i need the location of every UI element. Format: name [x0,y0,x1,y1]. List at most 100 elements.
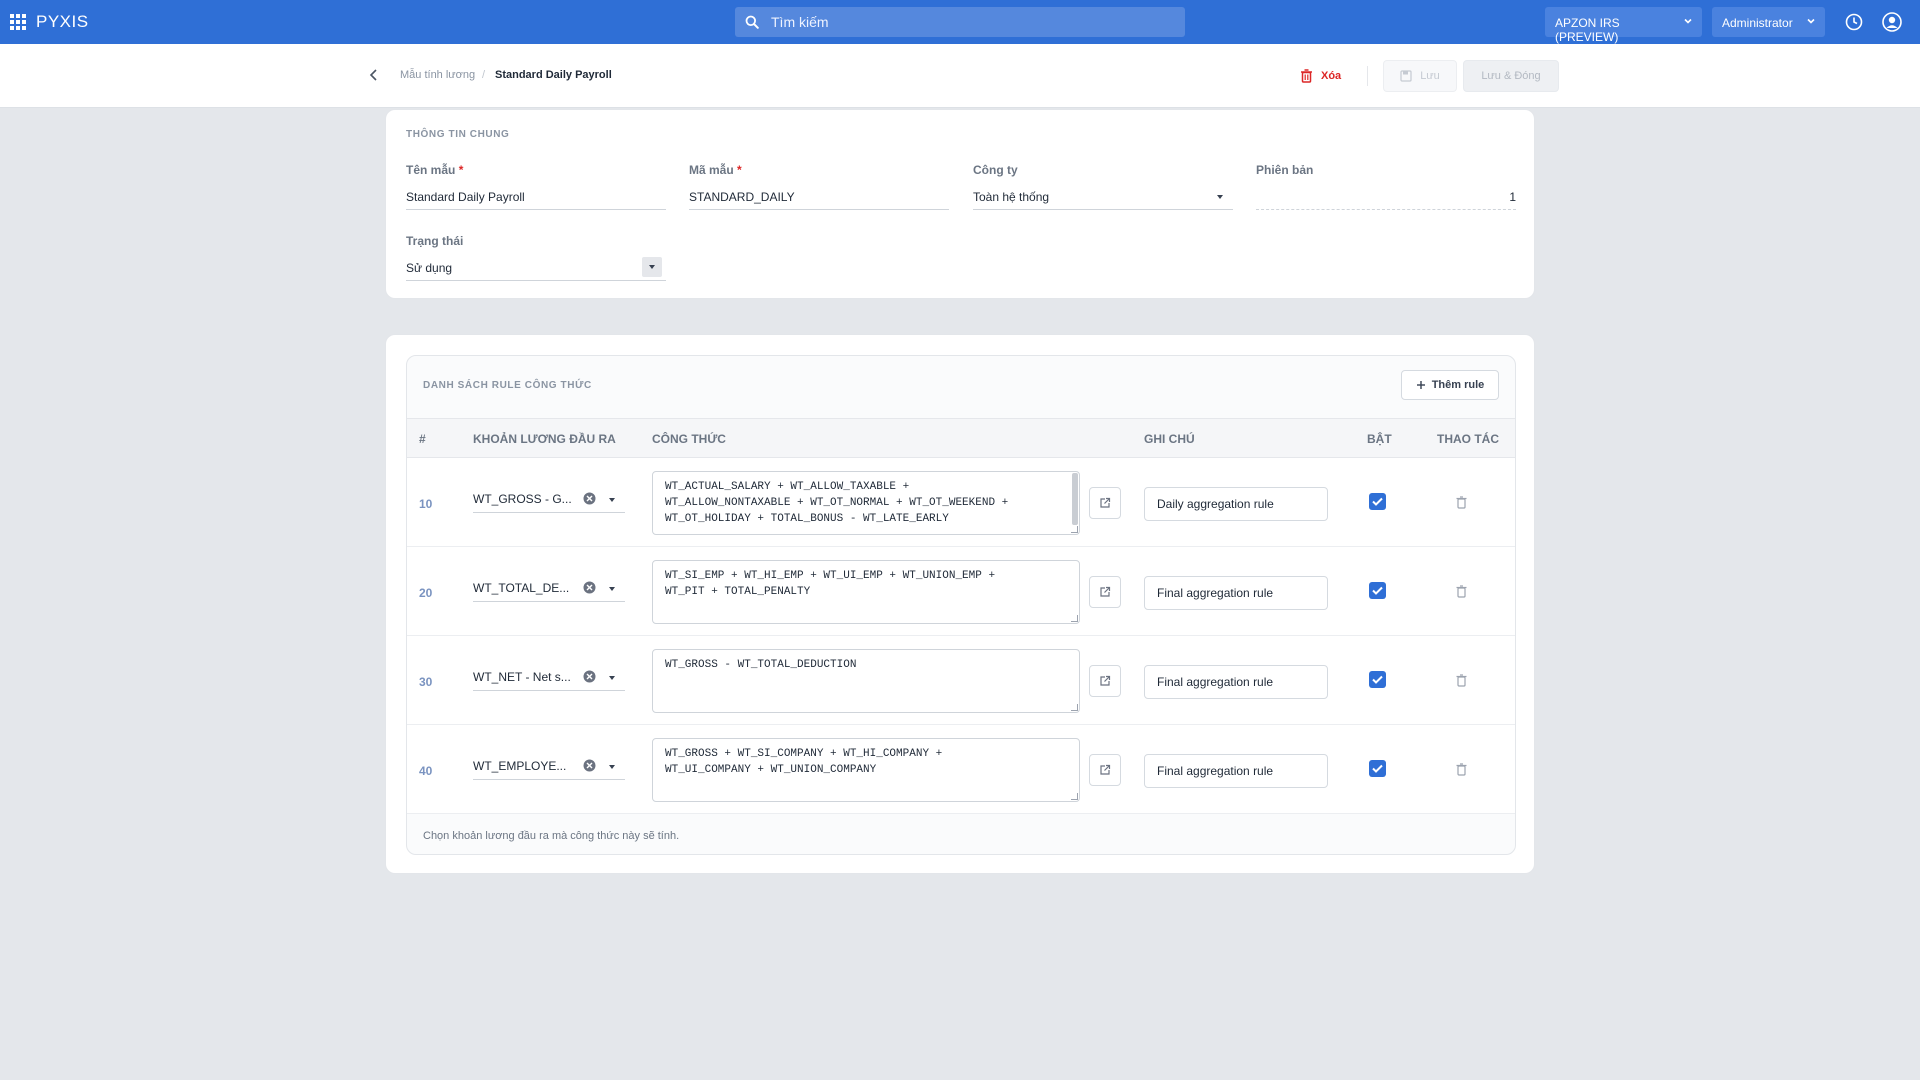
general-info-card: THÔNG TIN CHUNG Tên mẫu * Standard Daily… [385,109,1535,299]
chevron-down-icon [609,676,615,680]
formula-input[interactable]: WT_ACTUAL_SALARY + WT_ALLOW_TAXABLE + WT… [652,471,1080,535]
resize-handle[interactable] [1071,704,1078,711]
user-menu[interactable]: Administrator [1712,7,1825,37]
add-rule-button[interactable]: Thêm rule [1401,370,1499,400]
formula-scrollbar[interactable] [1072,473,1078,525]
save-icon [1400,70,1412,82]
template-code-field[interactable]: STANDARD_DAILY [689,184,949,210]
open-formula-editor-button[interactable] [1089,754,1121,786]
clear-icon[interactable] [583,670,596,683]
status-dropdown-toggle[interactable] [642,257,662,277]
table-row: 20 WT_TOTAL_DE... WT_SI_EMP + WT_HI_EMP … [407,547,1515,636]
status-select-value: Sử dụng [406,261,453,275]
chevron-down-icon [1217,195,1223,199]
section-title: THÔNG TIN CHUNG [406,129,510,140]
save-button-label: Lưu [1420,70,1440,82]
trash-icon[interactable] [1456,763,1467,776]
status-label: Trạng thái [406,234,464,248]
trash-icon[interactable] [1456,674,1467,687]
enabled-checkbox[interactable] [1369,493,1386,510]
company-select[interactable]: Toàn hệ thống [973,184,1233,210]
resize-handle[interactable] [1071,793,1078,800]
status-select[interactable]: Sử dụng [406,255,666,281]
table-row: 40 WT_EMPLOYE... WT_GROSS + WT_SI_COMPAN… [407,725,1515,814]
page-header: Mẫu tính lương / Standard Daily Payroll … [0,44,1920,108]
checkbox-checked-icon [1372,497,1383,506]
output-select[interactable]: WT_TOTAL_DE... [473,576,625,602]
open-formula-editor-button[interactable] [1089,487,1121,519]
col-enabled: BẬT [1367,432,1392,446]
delete-button[interactable]: Xóa [1300,66,1341,86]
company-label: Công ty [973,163,1018,177]
name-label: Tên mẫu * [406,163,464,177]
clear-icon[interactable] [583,759,596,772]
open-formula-editor-button[interactable] [1089,576,1121,608]
save-close-button-label: Lưu & Đóng [1481,70,1541,82]
company-selector-label: APZON IRS (PREVIEW) [1555,16,1620,44]
search-input[interactable] [771,7,1171,37]
delete-button-label: Xóa [1321,70,1342,82]
note-input[interactable] [1144,487,1328,521]
output-select[interactable]: WT_NET - Net s... [473,665,625,691]
row-sequence: 20 [419,586,433,600]
app-logo[interactable]: PYXIS [36,12,89,32]
checkbox-checked-icon [1372,586,1383,595]
col-number: # [419,432,426,446]
external-link-icon [1100,497,1111,508]
template-name-field[interactable]: Standard Daily Payroll [406,184,666,210]
add-rule-label: Thêm rule [1431,379,1485,391]
external-link-icon [1100,675,1111,686]
clock-icon[interactable] [1845,13,1863,31]
output-select-value: WT_EMPLOYE... [473,759,567,773]
chevron-down-icon [609,587,615,591]
output-select-value: WT_TOTAL_DE... [473,581,570,595]
external-link-icon [1100,764,1111,775]
trash-icon[interactable] [1456,496,1467,509]
user-circle-icon[interactable] [1882,12,1902,32]
rules-panel: DANH SÁCH RULE CÔNG THỨC Thêm rule # KHO… [406,355,1516,855]
helper-text: Chọn khoản lương đầu ra mà công thức này… [423,830,680,842]
col-formula: CÔNG THỨC [652,432,726,446]
chevron-down-icon [609,765,615,769]
trash-icon[interactable] [1456,585,1467,598]
chevron-down-icon [609,498,615,502]
enabled-checkbox[interactable] [1369,671,1386,688]
clear-icon[interactable] [583,581,596,594]
col-actions: THAO TÁC [1437,432,1499,446]
company-selector[interactable]: APZON IRS (PREVIEW) [1545,7,1702,44]
save-close-button[interactable]: Lưu & Đóng [1463,60,1559,92]
apps-grid-icon[interactable] [10,14,26,30]
chevron-down-icon [649,265,655,269]
global-search [735,7,1185,37]
note-input[interactable] [1144,576,1328,610]
breadcrumb-parent[interactable]: Mẫu tính lương [400,69,475,81]
enabled-checkbox[interactable] [1369,582,1386,599]
save-button[interactable]: Lưu [1383,60,1457,92]
output-select[interactable]: WT_EMPLOYE... [473,754,625,780]
back-arrow-icon[interactable] [368,68,380,82]
table-header: # KHOẢN LƯƠNG ĐẦU RA CÔNG THỨC GHI CHÚ B… [407,418,1515,458]
formula-input[interactable]: WT_SI_EMP + WT_HI_EMP + WT_UI_EMP + WT_U… [652,560,1080,624]
clear-icon[interactable] [583,492,596,505]
top-navbar: PYXIS APZON IRS (PREVIEW) Administrator [0,0,1920,44]
rules-card: DANH SÁCH RULE CÔNG THỨC Thêm rule # KHO… [385,334,1535,874]
chevron-down-icon [1807,18,1815,24]
resize-handle[interactable] [1071,615,1078,622]
enabled-checkbox[interactable] [1369,760,1386,777]
open-formula-editor-button[interactable] [1089,665,1121,697]
version-label: Phiên bản [1256,163,1314,177]
formula-input[interactable]: WT_GROSS - WT_TOTAL_DEDUCTION [652,649,1080,713]
table-row: 10 WT_GROSS - G... WT_ACTUAL_SALARY + WT… [407,458,1515,547]
version-field: 1 [1256,184,1516,210]
note-input[interactable] [1144,665,1328,699]
section-title: DANH SÁCH RULE CÔNG THỨC [423,380,592,391]
search-icon [745,15,759,29]
note-input[interactable] [1144,754,1328,788]
formula-input[interactable]: WT_GROSS + WT_SI_COMPANY + WT_HI_COMPANY… [652,738,1080,802]
row-sequence: 40 [419,764,433,778]
output-select[interactable]: WT_GROSS - G... [473,487,625,513]
breadcrumb-separator: / [482,69,486,81]
trash-icon [1301,69,1312,83]
resize-handle[interactable] [1071,526,1078,533]
table-row: 30 WT_NET - Net s... WT_GROSS - WT_TOTAL… [407,636,1515,725]
